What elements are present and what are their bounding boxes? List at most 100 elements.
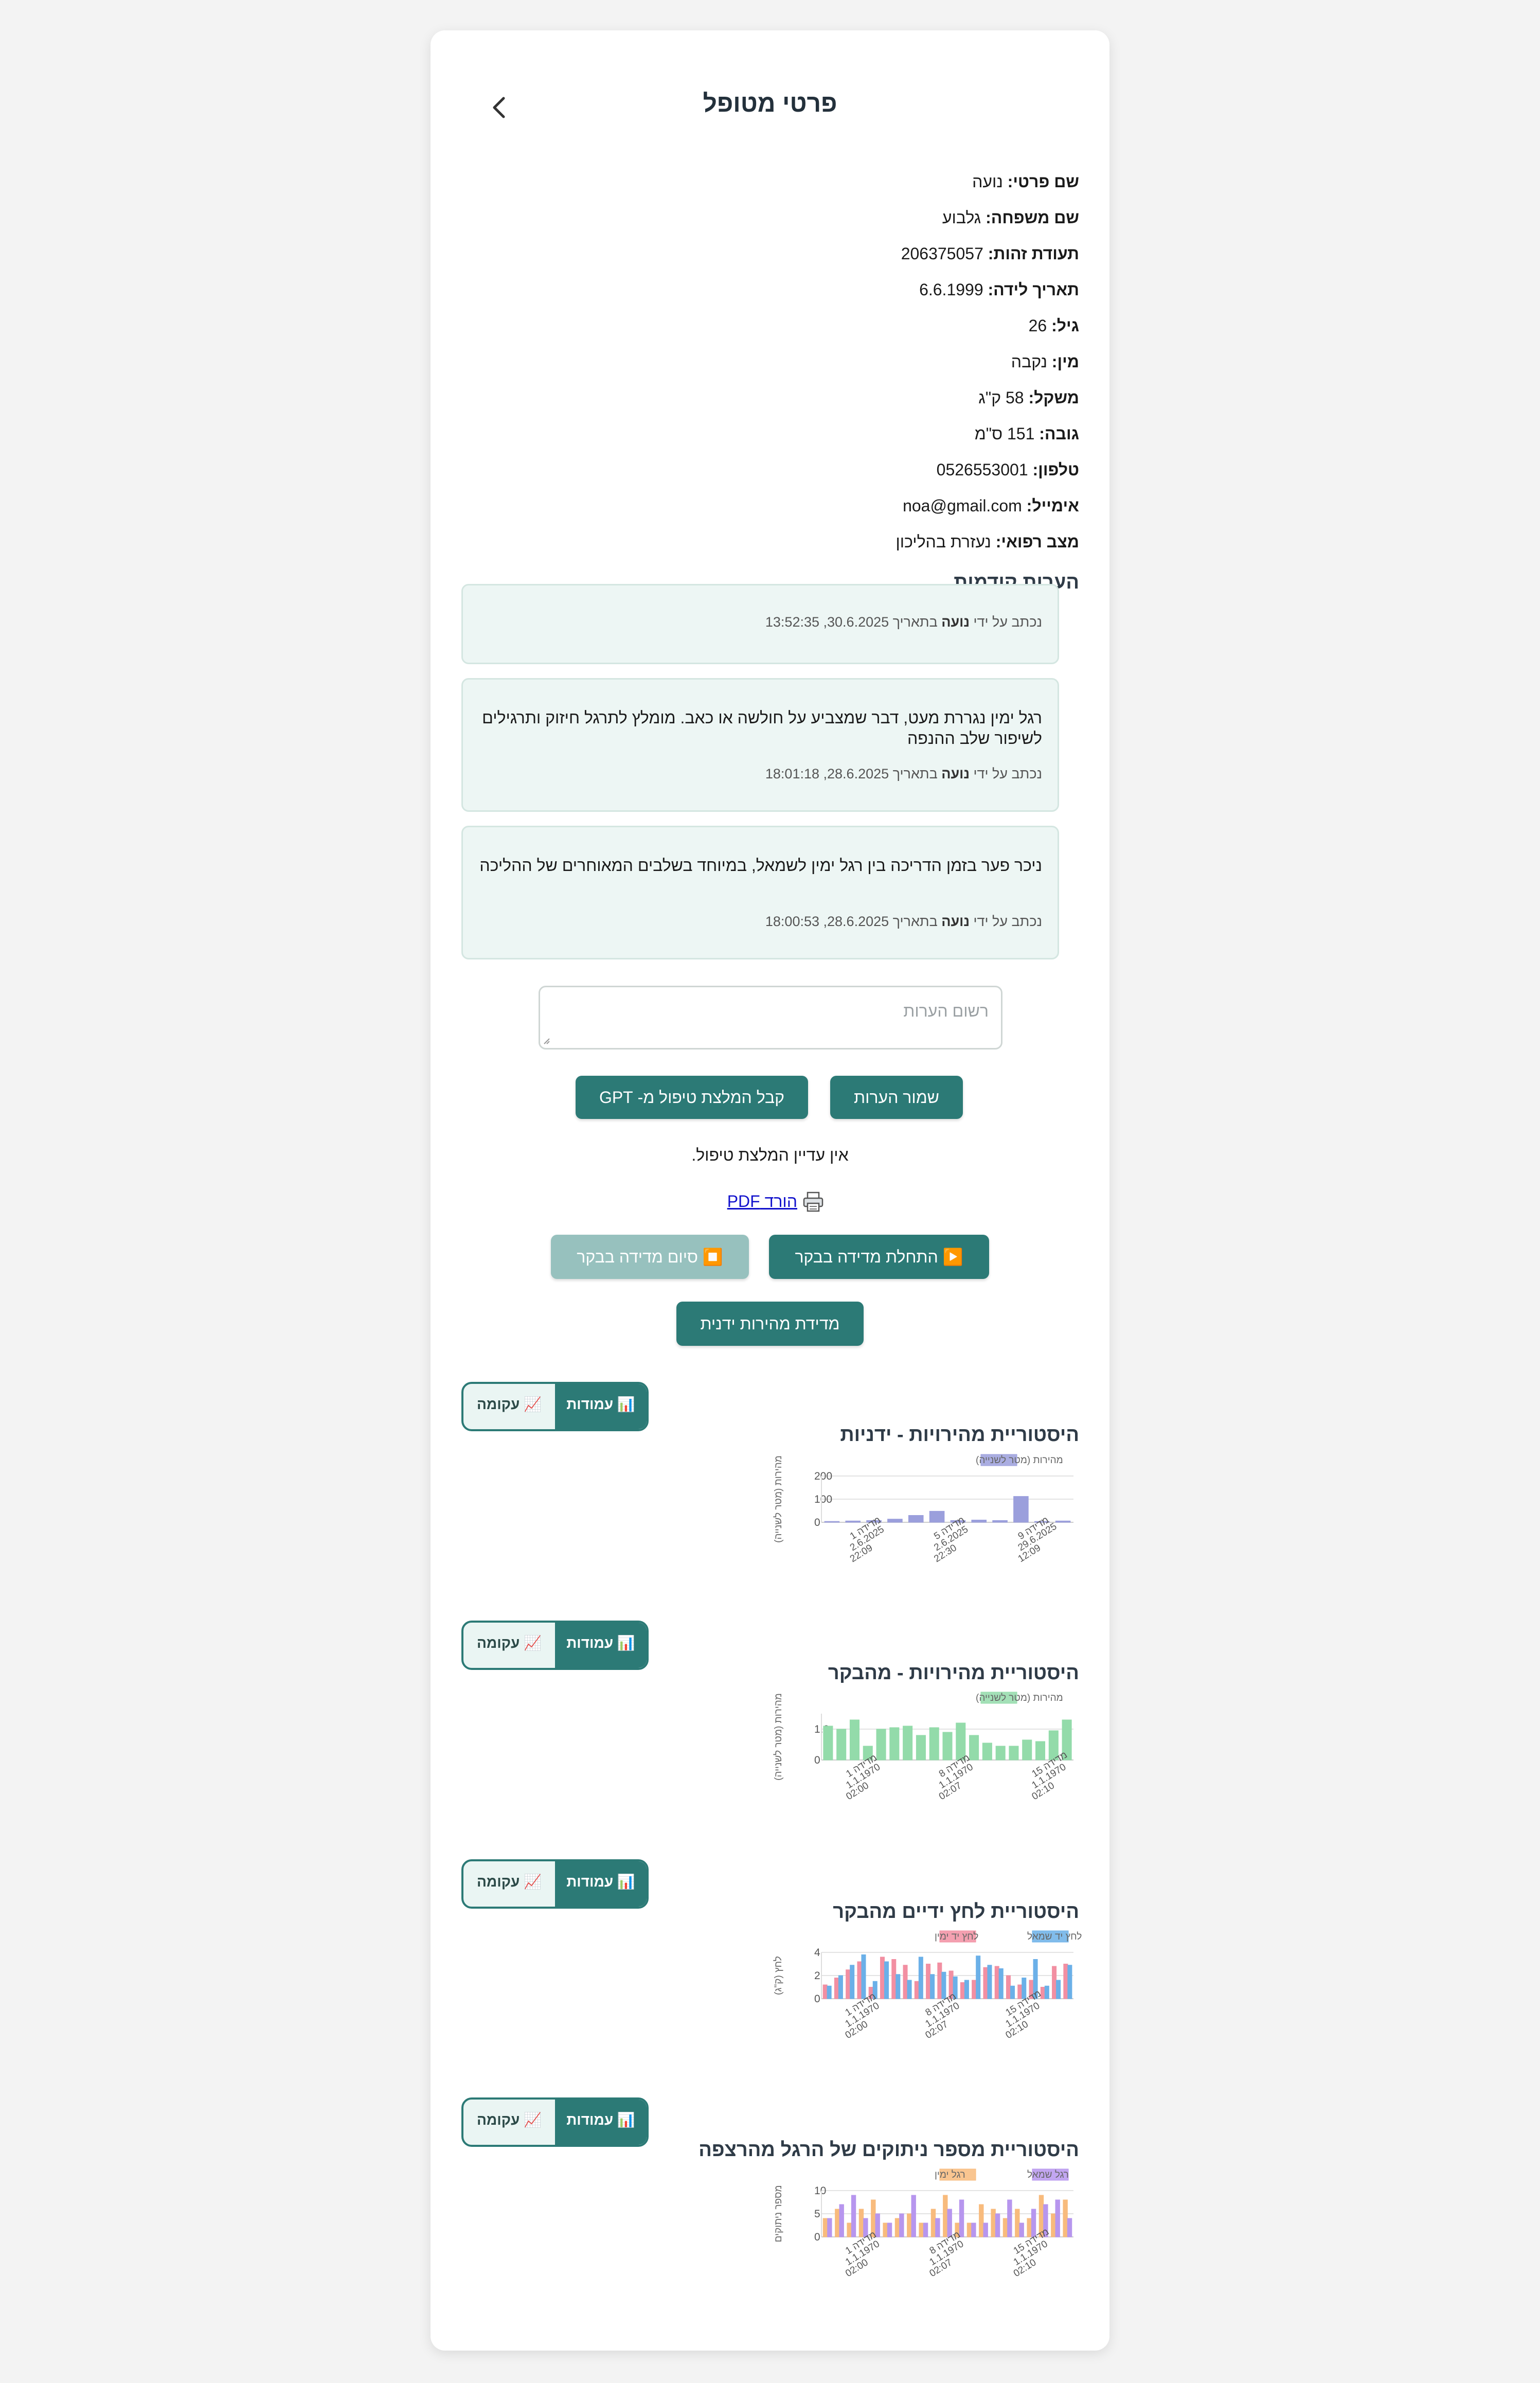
legend-entry[interactable]: לחץ יד ימין (935, 1930, 978, 1943)
chart-bar (846, 1969, 851, 1999)
chart-bar (908, 1515, 924, 1523)
chart-bar (960, 1982, 965, 1999)
chart-bar (836, 1729, 847, 1760)
bar-toggle-button[interactable]: 📊 עמודות (555, 1623, 647, 1668)
y-tick-label: 4 (814, 1947, 820, 1959)
chart-bar (1022, 1739, 1032, 1760)
chart-bar (861, 1954, 866, 1999)
chart-bar (995, 1746, 1006, 1760)
chart-bar (1007, 2199, 1012, 2237)
legend-entry[interactable]: רגל שמאל (1027, 2168, 1069, 2181)
chart-bar (943, 2195, 948, 2237)
note-text: רגל ימין נגררת מעט, דבר שמצביע על חולשה … (482, 708, 1042, 748)
download-pdf[interactable]: הורד PDF (721, 1190, 824, 1216)
chart-bar (991, 2209, 996, 2237)
line-chart-icon: 📈 (524, 1396, 542, 1412)
chart-bar (941, 1971, 946, 1999)
no-recommendation-text: אין עדיין המלצת טיפול. (691, 1146, 849, 1164)
gpt-recommendation-button[interactable]: קבל המלצת טיפול מ- GPT (576, 1076, 808, 1119)
page-title: פרטי מטופל (703, 90, 837, 117)
chart-bar (824, 1521, 840, 1523)
chart-bar (883, 2222, 888, 2237)
bar-toggle-button[interactable]: 📊 עמודות (555, 2100, 647, 2145)
manual-speed-measurement-button[interactable]: מדידת מהירות ידנית (676, 1302, 864, 1346)
chart-bar (827, 2218, 832, 2237)
line-toggle-button[interactable]: 📈 עקומה (463, 1623, 555, 1668)
bar-chart-icon: 📊 (617, 2112, 635, 2128)
download-pdf-link[interactable]: הורד PDF (727, 1192, 797, 1211)
y-tick-label: 0 (814, 2231, 820, 2243)
chart-bar (1056, 1980, 1061, 1999)
chart-type-toggle: 📊 עמודות 📈 עקומה (461, 1621, 649, 1670)
field-last-name: שם משפחה: גלבוע (942, 208, 1079, 227)
foot-lifts-chart: רגל ימין רגל שמאל0510מספר ניתוקיםמדידה 11… (773, 2168, 1073, 2279)
chart-bar (937, 1962, 942, 1999)
chart-bar (1055, 1520, 1071, 1523)
chart-bar (930, 1974, 935, 1999)
line-toggle-button[interactable]: 📈 עקומה (463, 1861, 555, 1907)
chart-bar (979, 2204, 984, 2237)
patient-details-card: פרטי מטופל שם פרטי: נועה שם משפחה: גלבוע… (431, 30, 1109, 2351)
chart-bar (823, 1726, 833, 1760)
chart-bar (1017, 1984, 1023, 1999)
y-tick-label: 0 (814, 1754, 820, 1766)
line-chart-icon: 📈 (524, 1635, 542, 1651)
y-axis-label: לחץ (ק"ג) (773, 1956, 784, 1995)
field-first-name: שם פרטי: נועה (972, 172, 1079, 191)
chart-bar (834, 1978, 839, 1999)
chart-bar (896, 1974, 901, 1999)
chart-bar (838, 1975, 843, 1999)
chart-bar (930, 2209, 936, 2237)
chart-bar (839, 2204, 844, 2237)
y-axis-label: מהירות (מטר לשנייה) (773, 1693, 784, 1781)
legend-entry[interactable]: מהירות (מטר לשנייה) (976, 1692, 1063, 1704)
chart-bar (887, 2222, 892, 2237)
field-height: גובה: 151 ס"מ (974, 424, 1079, 443)
note-card: ניכר פער בזמן הדריכה בין רגל ימין לשמאל,… (461, 826, 1059, 959)
chart-heading-manual-speed: היסטוריית מהירויות - ידניות (840, 1424, 1079, 1446)
y-tick-label: 5 (814, 2208, 820, 2220)
legend-entry[interactable]: מהירות (מטר לשנייה) (976, 1454, 1063, 1466)
chart-bar (1019, 2222, 1024, 2237)
field-medical-condition: מצב רפואי: נעזרת בהליכון (896, 532, 1079, 551)
chart-bar (959, 2199, 964, 2237)
chart-bar (982, 1742, 992, 1760)
chart-bar (929, 1510, 945, 1523)
chart-bar (891, 1959, 897, 1999)
bar-toggle-button[interactable]: 📊 עמודות (555, 1861, 647, 1907)
note-card: נכתב על ידי נועה בתאריך 30.6.2025, 13:52… (461, 584, 1059, 664)
y-tick-label: 10 (814, 2185, 826, 2197)
bar-chart-icon: 📊 (617, 1396, 635, 1412)
chart-type-toggle: 📊 עמודות 📈 עקומה (461, 2097, 649, 2147)
save-notes-button[interactable]: שמור הערות (830, 1076, 963, 1119)
chart-bar (1051, 2213, 1056, 2237)
resize-grip-icon[interactable] (543, 1038, 550, 1045)
line-toggle-button[interactable]: 📈 עקומה (463, 2100, 555, 2145)
line-chart-icon: 📈 (524, 2112, 542, 2128)
printer-icon (803, 1192, 823, 1212)
chart-bar (1010, 1985, 1015, 1999)
chart-heading-controller-speed: היסטוריית מהירויות - מהבקר (828, 1662, 1079, 1684)
chart-bar (894, 2218, 900, 2237)
notes-input[interactable]: רשום הערות (539, 986, 1002, 1050)
controller-speed-chart: מהירות (מטר לשנייה)01.0מהירות (מטר לשניי… (773, 1692, 1073, 1802)
chart-bar (1002, 2218, 1008, 2237)
chart-bar (972, 1980, 977, 1999)
line-chart-icon: 📈 (524, 1874, 542, 1890)
chart-bar (929, 1727, 939, 1760)
chart-bar (1067, 2218, 1072, 2237)
stop-controller-measurement-button[interactable]: ⏹️ סיום מדידה בבקר (551, 1235, 749, 1279)
chart-bar (850, 1965, 855, 1999)
bar-toggle-button[interactable]: 📊 עמודות (555, 1384, 647, 1429)
chart-bar (983, 1967, 988, 1999)
start-controller-measurement-button[interactable]: ▶️ התחלת מדידה בבקר (769, 1235, 989, 1279)
chart-bar (1052, 1966, 1057, 1999)
legend-entry[interactable]: לחץ יד שמאל (1027, 1930, 1082, 1943)
chart-bar (903, 1726, 913, 1760)
note-meta: נכתב על ידי נועה בתאריך 28.6.2025, 18:00… (765, 914, 1042, 929)
line-toggle-button[interactable]: 📈 עקומה (463, 1384, 555, 1429)
chart-bar (911, 2195, 916, 2237)
chart-bar (880, 1957, 885, 1999)
legend-label: לחץ יד שמאל (1027, 1931, 1082, 1942)
legend-entry[interactable]: רגל ימין (935, 2168, 976, 2181)
